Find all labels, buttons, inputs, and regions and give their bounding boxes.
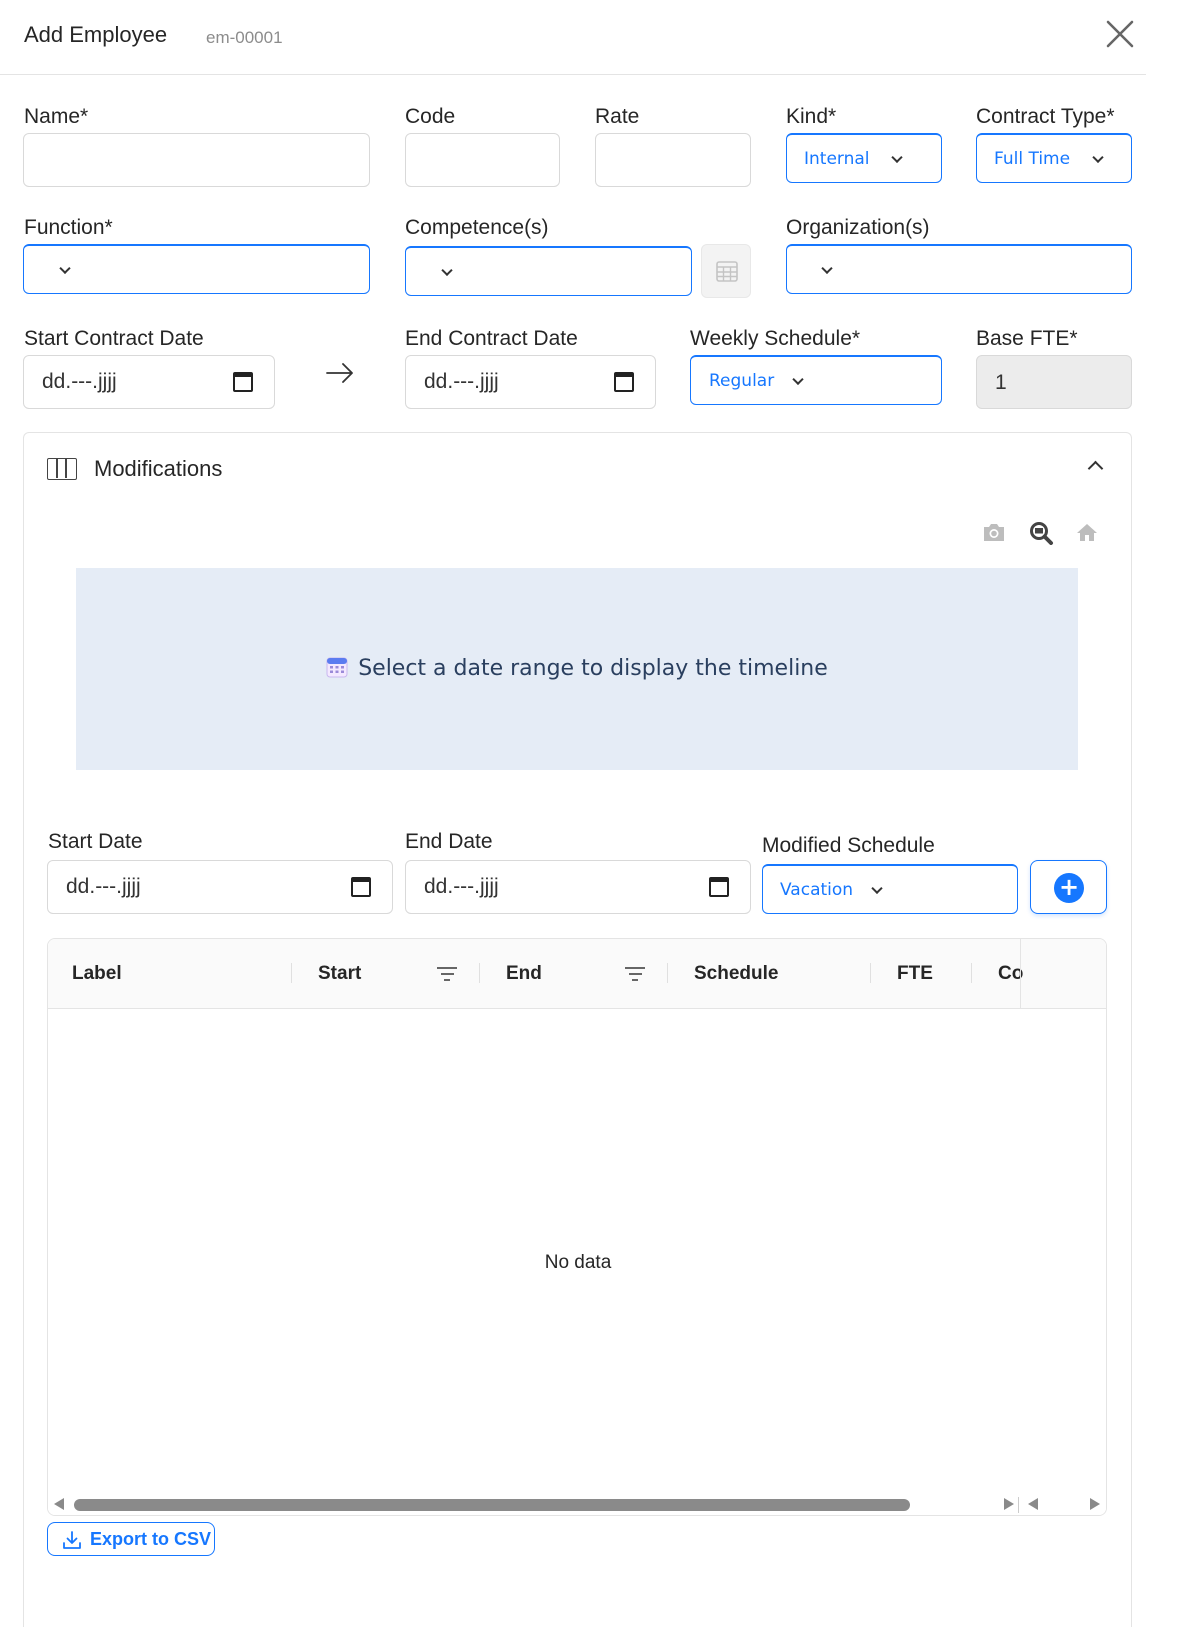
- column-header-start[interactable]: Start: [318, 963, 361, 985]
- empty-state: No data: [544, 1252, 612, 1273]
- chevron-down-icon: [891, 151, 903, 163]
- chevron-down-icon: [821, 262, 833, 274]
- calendar-icon[interactable]: [614, 372, 634, 392]
- employee-code: em-00001: [206, 28, 283, 47]
- start-contract-date-input[interactable]: dd.---.jjjj: [23, 355, 275, 409]
- column-separator[interactable]: [870, 963, 871, 983]
- weekly-schedule-value: Regular: [709, 370, 775, 391]
- export-csv-label: Export to CSV: [90, 1529, 212, 1549]
- end-date-label: End Date: [405, 830, 493, 853]
- scroll-left-icon[interactable]: [54, 1498, 64, 1510]
- name-label: Name*: [24, 105, 89, 128]
- base-fte-value: 1: [995, 371, 1007, 394]
- columns-icon: [47, 458, 77, 480]
- timeline-message: Select a date range to display the timel…: [358, 656, 828, 681]
- base-fte-input[interactable]: 1: [976, 355, 1132, 409]
- close-icon[interactable]: [1100, 14, 1140, 54]
- start-date-placeholder: dd.---.jjjj: [66, 875, 141, 898]
- column-separator[interactable]: [971, 963, 972, 983]
- end-contract-placeholder: dd.---.jjjj: [424, 370, 499, 393]
- column-separator[interactable]: [291, 963, 292, 983]
- chevron-down-icon: [792, 373, 804, 385]
- scrollbar-thumb[interactable]: [74, 1499, 910, 1511]
- timeline-area: Select a date range to display the timel…: [76, 568, 1078, 770]
- contract-type-label: Contract Type*: [976, 105, 1115, 128]
- weekly-schedule-label: Weekly Schedule*: [690, 327, 861, 350]
- chevron-down-icon: [1092, 151, 1104, 163]
- filter-icon[interactable]: [437, 967, 457, 981]
- camera-icon[interactable]: [982, 522, 1006, 542]
- code-label: Code: [405, 105, 456, 128]
- arrow-right-icon: [326, 363, 353, 383]
- rate-label: Rate: [595, 105, 640, 128]
- download-icon: [63, 1531, 81, 1549]
- column-separator[interactable]: [479, 963, 480, 983]
- chevron-down-icon: [441, 264, 453, 276]
- start-contract-label: Start Contract Date: [24, 327, 204, 350]
- scroll-left-icon[interactable]: [1028, 1498, 1038, 1510]
- weekly-schedule-select[interactable]: Regular: [690, 355, 942, 405]
- end-date-placeholder: dd.---.jjjj: [424, 875, 499, 898]
- end-contract-date-input[interactable]: dd.---.jjjj: [405, 355, 656, 409]
- modified-schedule-select[interactable]: Vacation: [762, 864, 1018, 914]
- start-date-input[interactable]: dd.---.jjjj: [47, 860, 393, 914]
- fixed-column-divider: [1020, 939, 1021, 1009]
- start-contract-placeholder: dd.---.jjjj: [42, 370, 117, 393]
- calendar-icon[interactable]: [709, 877, 729, 897]
- table-header: Label Start End Schedule FTE Co: [48, 939, 1106, 1009]
- modifications-title: Modifications: [94, 456, 223, 481]
- function-label: Function*: [24, 216, 113, 239]
- calendar-grid-icon: [716, 261, 738, 282]
- contract-type-select[interactable]: Full Time: [976, 133, 1132, 183]
- competence-select[interactable]: [405, 246, 692, 296]
- home-icon[interactable]: [1075, 522, 1099, 542]
- modifications-table: Label Start End Schedule FTE Co No data: [47, 938, 1107, 1516]
- chevron-down-icon: [871, 882, 883, 894]
- column-header-schedule[interactable]: Schedule: [694, 963, 778, 985]
- calendar-icon[interactable]: [351, 877, 371, 897]
- contract-type-value: Full Time: [994, 148, 1071, 169]
- add-employee-dialog: Add Employee em-00001 Name* Code Rate Ki…: [0, 0, 1146, 1627]
- function-select[interactable]: [23, 244, 370, 294]
- modified-schedule-label: Modified Schedule: [762, 834, 935, 857]
- organization-label: Organization(s): [786, 216, 930, 239]
- column-header-label[interactable]: Label: [72, 963, 122, 985]
- kind-select[interactable]: Internal: [786, 133, 942, 183]
- add-modification-button[interactable]: +: [1030, 860, 1107, 914]
- plus-icon: +: [1054, 873, 1084, 903]
- zoom-icon[interactable]: [1029, 521, 1055, 545]
- code-input[interactable]: [405, 133, 560, 187]
- end-date-input[interactable]: dd.---.jjjj: [405, 860, 751, 914]
- scroll-right-icon[interactable]: [1004, 1498, 1014, 1510]
- column-header-end[interactable]: End: [506, 963, 542, 985]
- column-separator[interactable]: [667, 963, 668, 983]
- organization-select[interactable]: [786, 244, 1132, 294]
- competence-calendar-button[interactable]: [701, 244, 751, 298]
- base-fte-label: Base FTE*: [976, 327, 1078, 350]
- column-header-co[interactable]: Co: [998, 963, 1026, 985]
- page-scroll-gutter: [1146, 0, 1188, 1627]
- name-input[interactable]: [23, 133, 370, 187]
- rate-input[interactable]: [595, 133, 751, 187]
- chevron-down-icon: [59, 262, 71, 274]
- calendar-emoji-icon: [326, 657, 348, 678]
- competence-label: Competence(s): [405, 216, 549, 239]
- export-csv-button[interactable]: Export to CSV: [47, 1522, 215, 1556]
- kind-label: Kind*: [786, 105, 837, 128]
- kind-value: Internal: [804, 148, 870, 169]
- scroll-right-icon[interactable]: [1090, 1498, 1100, 1510]
- start-date-label: Start Date: [48, 830, 143, 853]
- column-header-fte[interactable]: FTE: [897, 963, 933, 985]
- filter-icon[interactable]: [625, 967, 645, 981]
- calendar-icon[interactable]: [233, 372, 253, 392]
- end-contract-label: End Contract Date: [405, 327, 578, 350]
- dialog-title: Add Employee: [24, 22, 168, 47]
- modified-schedule-value: Vacation: [780, 879, 854, 900]
- dialog-header: Add Employee em-00001: [0, 0, 1146, 75]
